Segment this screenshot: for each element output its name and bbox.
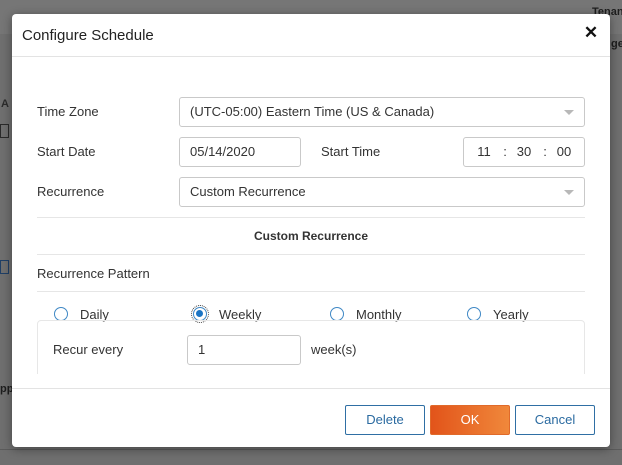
dialog-title: Configure Schedule — [22, 27, 154, 44]
time-zone-select[interactable]: (UTC-05:00) Eastern Time (US & Canada) — [179, 97, 585, 127]
time-separator: : — [543, 144, 547, 159]
close-icon[interactable]: ✕ — [582, 24, 600, 42]
background-left-letter: A — [1, 98, 9, 110]
section-divider — [37, 291, 585, 292]
chevron-down-icon — [564, 110, 574, 115]
recurrence-label: Recurrence — [37, 184, 105, 199]
start-time-label: Start Time — [321, 144, 381, 159]
time-zone-label: Time Zone — [37, 104, 99, 119]
section-divider — [37, 254, 585, 255]
delete-button[interactable]: Delete — [345, 405, 425, 435]
section-divider — [37, 217, 585, 218]
custom-recurrence-title: Custom Recurrence — [253, 229, 369, 243]
ok-button[interactable]: OK — [430, 405, 510, 435]
start-time-input[interactable]: 11 : 30 : 00 — [463, 137, 585, 167]
configure-schedule-dialog: Configure Schedule ✕ Time Zone (UTC-05:0… — [12, 14, 610, 447]
dialog-header: Configure Schedule ✕ — [12, 14, 610, 57]
start-time-hour[interactable]: 11 — [472, 138, 496, 166]
radio-daily-circle[interactable] — [54, 307, 68, 321]
radio-monthly-circle[interactable] — [330, 307, 344, 321]
dialog-body: Time Zone (UTC-05:00) Eastern Time (US &… — [12, 58, 610, 374]
start-date-input[interactable]: 05/14/2020 — [179, 137, 301, 167]
recurrence-pattern-label: Recurrence Pattern — [37, 266, 150, 281]
cancel-button[interactable]: Cancel — [515, 405, 595, 435]
recurrence-value: Custom Recurrence — [190, 184, 306, 199]
time-separator: : — [503, 144, 507, 159]
dialog-footer: Delete OK Cancel — [12, 388, 610, 447]
background-checkbox-2 — [0, 260, 9, 274]
start-time-minute[interactable]: 30 — [512, 138, 536, 166]
time-zone-value: (UTC-05:00) Eastern Time (US & Canada) — [190, 104, 435, 119]
start-date-label: Start Date — [37, 144, 96, 159]
recur-every-unit: week(s) — [311, 342, 357, 357]
recur-every-label: Recur every — [53, 342, 124, 357]
chevron-down-icon — [564, 190, 574, 195]
background-divider — [0, 449, 622, 450]
recurrence-select[interactable]: Custom Recurrence — [179, 177, 585, 207]
weekly-pattern-panel: Recur every 1 week(s) — [37, 320, 585, 374]
start-time-second[interactable]: 00 — [552, 138, 576, 166]
radio-weekly-circle[interactable] — [191, 305, 209, 323]
background-header-text-2: ge — [611, 38, 622, 50]
radio-yearly-circle[interactable] — [467, 307, 481, 321]
background-checkbox — [0, 124, 9, 138]
recur-every-input[interactable]: 1 — [187, 335, 301, 365]
